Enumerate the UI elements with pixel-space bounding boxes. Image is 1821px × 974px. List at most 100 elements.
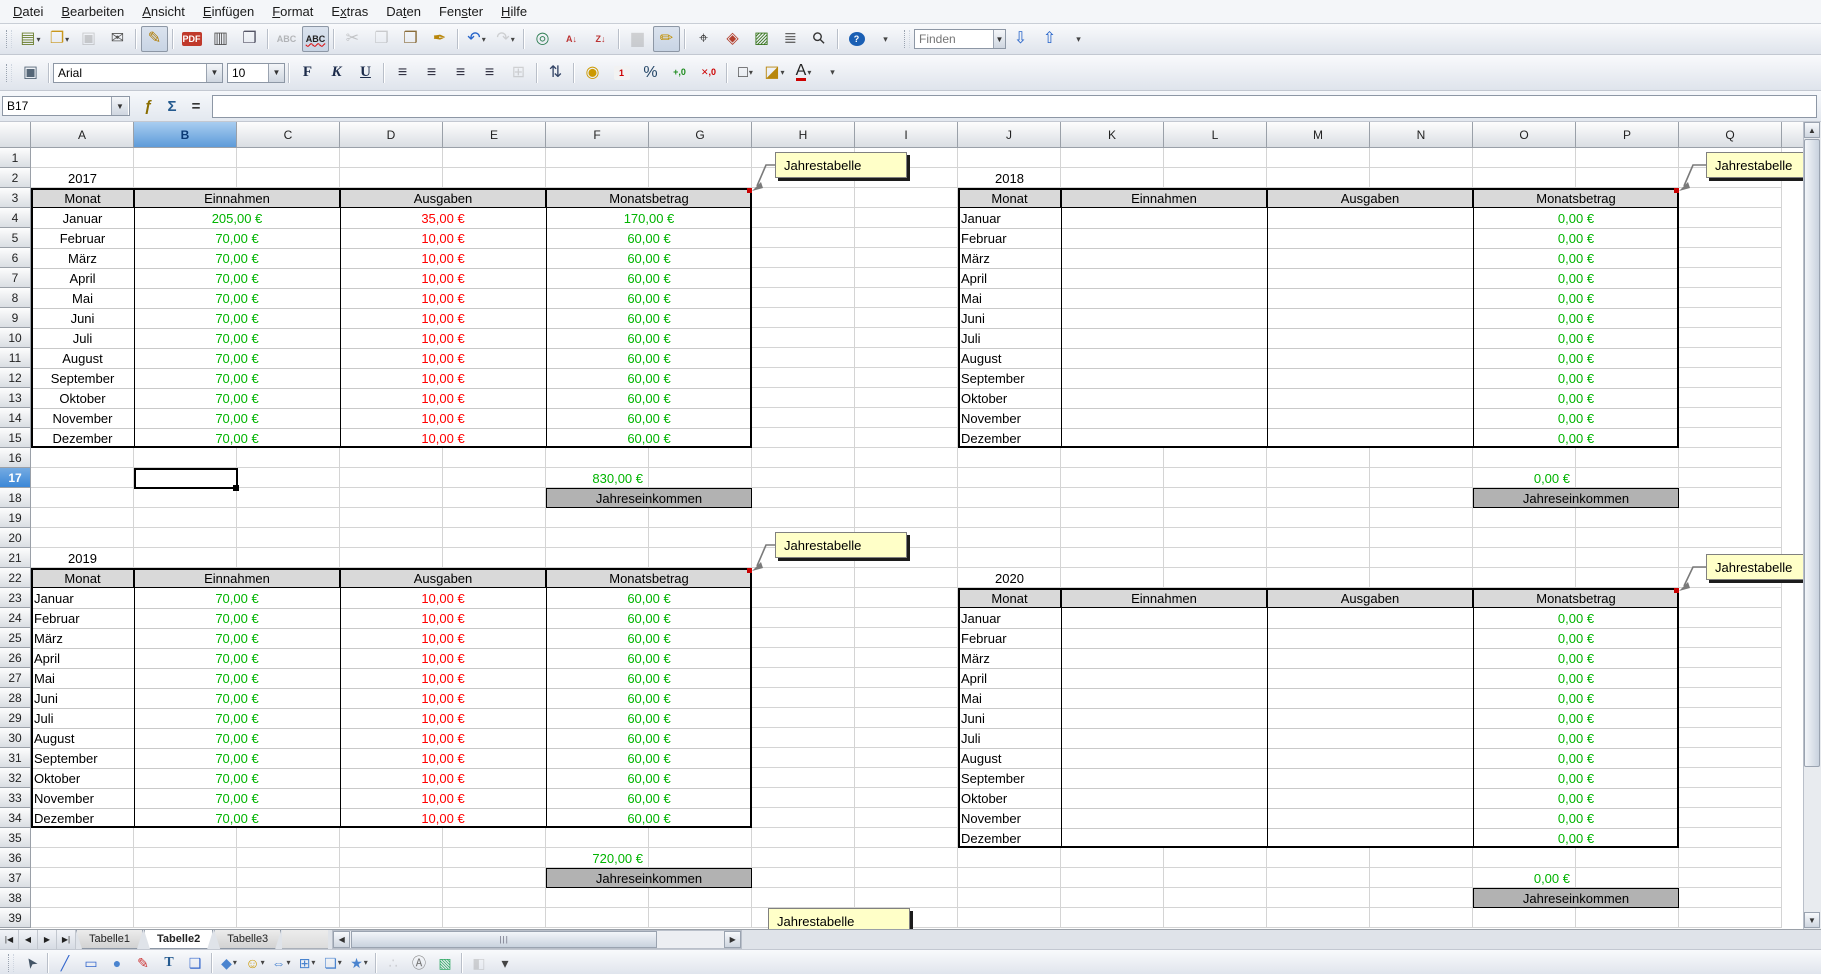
cell-monatsbetrag-2017-9[interactable]: 60,00 €	[546, 308, 752, 328]
cell-A13[interactable]: Oktober	[31, 388, 134, 408]
dropdown-arrow-icon[interactable]: ▾	[511, 35, 515, 44]
underline-icon[interactable]: U	[352, 60, 379, 86]
text-box-icon[interactable]: T	[157, 951, 181, 974]
cell-monatsbetrag-2018-9[interactable]: 0,00 €	[1473, 308, 1679, 328]
cell-J26[interactable]: März	[958, 648, 1061, 668]
cell-monatsbetrag-2019-29[interactable]: 60,00 €	[546, 708, 752, 728]
find-next-icon[interactable]: ⇩	[1007, 26, 1034, 52]
cell-monatsbetrag-2020-33[interactable]: 0,00 €	[1473, 788, 1679, 808]
column-header-H[interactable]: H	[752, 122, 855, 148]
column-header-N[interactable]: N	[1370, 122, 1473, 148]
cell-monatsbetrag-2020-29[interactable]: 0,00 €	[1473, 708, 1679, 728]
callouts-icon[interactable]: ❏▾	[321, 951, 345, 974]
year-label-2019[interactable]: 2019	[31, 548, 134, 568]
dropdown-arrow-icon[interactable]: ▾	[338, 958, 342, 967]
row-header-1[interactable]: 1	[0, 148, 31, 168]
column-header-O[interactable]: O	[1473, 122, 1576, 148]
cell-monatsbetrag-2018-5[interactable]: 0,00 €	[1473, 228, 1679, 248]
dropdown-arrow-icon[interactable]: ▾	[749, 68, 753, 77]
cell-ausgaben-2019-28[interactable]: 10,00 €	[340, 688, 546, 708]
cell-einnahmen-2019-33[interactable]: 70,00 €	[134, 788, 340, 808]
cell-monatsbetrag-2018-4[interactable]: 0,00 €	[1473, 208, 1679, 228]
row-header-29[interactable]: 29	[0, 708, 31, 728]
cell-ausgaben-2017-15[interactable]: 10,00 €	[340, 428, 546, 448]
cell-A24[interactable]: Februar	[31, 608, 134, 628]
cell-ausgaben-2017-13[interactable]: 10,00 €	[340, 388, 546, 408]
cell-ausgaben-2019-34[interactable]: 10,00 €	[340, 808, 546, 828]
cell-monatsbetrag-2019-23[interactable]: 60,00 €	[546, 588, 752, 608]
scroll-left-icon[interactable]: ◀	[333, 931, 350, 948]
cell-A4[interactable]: Januar	[31, 208, 134, 228]
row-header-30[interactable]: 30	[0, 728, 31, 748]
cell-einnahmen-2017-12[interactable]: 70,00 €	[134, 368, 340, 388]
cell-ausgaben-2017-6[interactable]: 10,00 €	[340, 248, 546, 268]
table-header-einnahmen-2018[interactable]: Einnahmen	[1061, 188, 1267, 208]
find-input[interactable]	[915, 31, 993, 47]
table-header-monat-2017[interactable]: Monat	[31, 188, 134, 208]
jahreseinkommen-label-2019[interactable]: Jahreseinkommen	[546, 868, 752, 888]
scroll-right-icon[interactable]: ▶	[724, 931, 741, 948]
cell-monatsbetrag-2017-14[interactable]: 60,00 €	[546, 408, 752, 428]
toolbar-more-icon[interactable]: ▾	[819, 60, 846, 86]
horizontal-scrollbar[interactable]: ◀ ||| ▶	[332, 930, 742, 949]
cell-ausgaben-2017-4[interactable]: 35,00 €	[340, 208, 546, 228]
row-header-28[interactable]: 28	[0, 688, 31, 708]
cell-ausgaben-2019-29[interactable]: 10,00 €	[340, 708, 546, 728]
row-header-7[interactable]: 7	[0, 268, 31, 288]
cell-jahressumme-2020[interactable]: 0,00 €	[1473, 868, 1576, 888]
column-header-Q[interactable]: Q	[1679, 122, 1782, 148]
cell-ausgaben-2019-33[interactable]: 10,00 €	[340, 788, 546, 808]
row-header-22[interactable]: 22	[0, 568, 31, 588]
cell-J12[interactable]: September	[958, 368, 1061, 388]
column-header-F[interactable]: F	[546, 122, 649, 148]
column-header-C[interactable]: C	[237, 122, 340, 148]
font-name-input[interactable]	[54, 65, 206, 81]
cell-einnahmen-2017-9[interactable]: 70,00 €	[134, 308, 340, 328]
cell-A14[interactable]: November	[31, 408, 134, 428]
wrap-text-icon[interactable]: ⇅	[542, 60, 569, 86]
cell-ausgaben-2019-26[interactable]: 10,00 €	[340, 648, 546, 668]
cell-J10[interactable]: Juli	[958, 328, 1061, 348]
next-sheet-button[interactable]: ▶	[38, 930, 57, 949]
function-wizard-icon[interactable]: ƒ	[136, 95, 160, 117]
row-header-16[interactable]: 16	[0, 448, 31, 468]
last-sheet-button[interactable]: ▶|	[57, 930, 76, 949]
cell-J31[interactable]: August	[958, 748, 1061, 768]
hyperlink-icon[interactable]: ◎	[529, 26, 556, 52]
cell-A26[interactable]: April	[31, 648, 134, 668]
toolbar-more-icon[interactable]: ▾	[1065, 26, 1092, 52]
cell-ausgaben-2017-5[interactable]: 10,00 €	[340, 228, 546, 248]
new-document-icon[interactable]: ▤▾	[17, 26, 44, 52]
cell-A25[interactable]: März	[31, 628, 134, 648]
row-header-12[interactable]: 12	[0, 368, 31, 388]
cell-ausgaben-2017-11[interactable]: 10,00 €	[340, 348, 546, 368]
select-all-corner[interactable]	[0, 122, 31, 148]
align-justify-icon[interactable]: ≡	[476, 60, 503, 86]
formula-input-line[interactable]	[212, 95, 1817, 118]
font-color-icon[interactable]: A▾	[790, 60, 817, 86]
menu-fenster[interactable]: Fenster	[430, 2, 492, 21]
cell-einnahmen-2019-28[interactable]: 70,00 €	[134, 688, 340, 708]
cell-A30[interactable]: August	[31, 728, 134, 748]
row-header-8[interactable]: 8	[0, 288, 31, 308]
cell-A34[interactable]: Dezember	[31, 808, 134, 828]
borders-icon[interactable]: □▾	[732, 60, 759, 86]
cell-monatsbetrag-2018-15[interactable]: 0,00 €	[1473, 428, 1679, 448]
cell-monatsbetrag-2017-13[interactable]: 60,00 €	[546, 388, 752, 408]
cell-monatsbetrag-2017-11[interactable]: 60,00 €	[546, 348, 752, 368]
cell-J28[interactable]: Mai	[958, 688, 1061, 708]
styles-window-icon[interactable]: ▣	[17, 60, 44, 86]
cell-einnahmen-2017-11[interactable]: 70,00 €	[134, 348, 340, 368]
font-size-combo[interactable]: ▼	[227, 63, 285, 83]
cell-monatsbetrag-2017-12[interactable]: 60,00 €	[546, 368, 752, 388]
scroll-up-icon[interactable]: ▲	[1804, 122, 1820, 138]
row-header-27[interactable]: 27	[0, 668, 31, 688]
currency-format-icon[interactable]: ◉	[579, 60, 606, 86]
cell-A5[interactable]: Februar	[31, 228, 134, 248]
year-label-2020[interactable]: 2020	[958, 568, 1061, 588]
cell-monatsbetrag-2020-34[interactable]: 0,00 €	[1473, 808, 1679, 828]
find-combo[interactable]: ▼	[914, 29, 1006, 49]
dropdown-arrow-icon[interactable]: ▾	[65, 35, 69, 44]
menu-format[interactable]: Format	[263, 2, 322, 21]
cell-J34[interactable]: November	[958, 808, 1061, 828]
